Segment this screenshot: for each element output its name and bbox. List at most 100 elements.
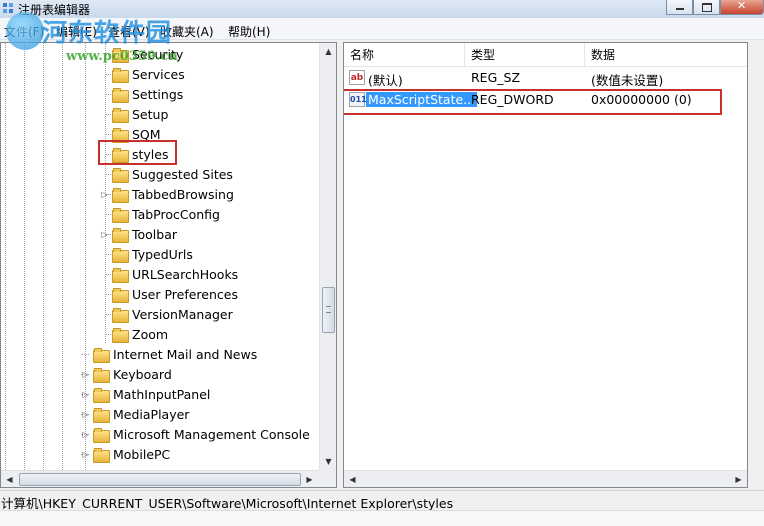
folder-icon <box>112 207 129 223</box>
folder-icon <box>93 347 110 363</box>
scroll-thumb[interactable] <box>19 473 301 486</box>
tree-item-zoom[interactable]: Zoom <box>100 324 168 344</box>
tree-item-typedurls[interactable]: TypedUrls <box>100 244 193 264</box>
styles-highlight-box <box>98 140 177 165</box>
tree-item-label: Settings <box>132 86 184 102</box>
tree-item-mobilepc[interactable]: ▷ MobilePC <box>81 444 170 464</box>
expand-arrow-icon[interactable]: ▷ <box>81 410 90 419</box>
tree-item-label: Toolbar <box>132 226 178 242</box>
tree-item-suggested-sites[interactable]: Suggested Sites <box>100 164 233 184</box>
expand-arrow-icon[interactable]: ▷ <box>81 450 90 459</box>
minimize-button[interactable] <box>666 0 693 15</box>
tree-item-label: Keyboard <box>113 366 172 382</box>
menu-file[interactable]: 文件(F) <box>4 23 44 40</box>
tree-vertical-scrollbar[interactable]: ▲ ▼ <box>319 43 336 470</box>
tree-guide-line <box>24 43 25 470</box>
tree-item-services[interactable]: Services <box>100 64 185 84</box>
tree-item-security[interactable]: Security <box>100 44 183 64</box>
menu-edit[interactable]: 编辑(E) <box>56 23 97 40</box>
tree-item-label: Zoom <box>132 326 169 342</box>
scroll-down-arrow-icon[interactable]: ▼ <box>320 453 336 470</box>
folder-icon <box>112 267 129 283</box>
tree-item-label: Setup <box>132 106 169 122</box>
column-header-name[interactable]: 名称 <box>344 43 465 67</box>
tree-item-toolbar[interactable]: ▷ Toolbar <box>100 224 177 244</box>
tree-item-settings[interactable]: Settings <box>100 84 183 104</box>
value-name: (默认) <box>368 73 403 88</box>
tree-item-label: URLSearchHooks <box>132 266 239 282</box>
string-value-icon: ab <box>349 70 365 85</box>
scroll-up-arrow-icon[interactable]: ▲ <box>320 43 336 60</box>
tree-item-label: MediaPlayer <box>113 406 190 422</box>
folder-icon <box>112 87 129 103</box>
window-title: 注册表编辑器 <box>18 3 91 17</box>
tree-item-label: TabProcConfig <box>132 206 220 222</box>
value-type: REG_SZ <box>471 70 521 85</box>
menu-help[interactable]: 帮助(H) <box>228 23 270 40</box>
expand-arrow-icon[interactable]: ▷ <box>81 370 90 379</box>
tree-guide-line <box>43 43 44 470</box>
folder-icon <box>112 287 129 303</box>
tree-item-tabprocconfig[interactable]: TabProcConfig <box>100 204 220 224</box>
status-bar: 计算机\HKEY_CURRENT_USER\Software\Microsoft… <box>0 490 764 511</box>
maximize-button[interactable] <box>693 0 720 15</box>
expand-arrow-icon[interactable]: ▷ <box>81 430 90 439</box>
expand-arrow-icon[interactable]: ▷ <box>81 390 90 399</box>
folder-icon <box>112 67 129 83</box>
tree-item-label: TypedUrls <box>132 246 193 262</box>
menu-favorites[interactable]: 收藏夹(A) <box>160 23 214 40</box>
registry-tree[interactable]: Security Services Settings Setup SQM styles Su… <box>0 42 337 488</box>
tree-item-mediaplayer[interactable]: ▷ MediaPlayer <box>81 404 189 424</box>
menu-view[interactable]: 查看(V) <box>108 23 150 40</box>
tree-item-versionmanager[interactable]: VersionManager <box>100 304 233 324</box>
scroll-right-arrow-icon[interactable]: ▶ <box>730 471 747 487</box>
scroll-thumb[interactable] <box>322 287 335 333</box>
folder-icon <box>112 307 129 323</box>
tree-item-internet-mail-and-news[interactable]: Internet Mail and News <box>81 344 257 364</box>
list-horizontal-scrollbar[interactable]: ◀ ▶ <box>344 470 747 487</box>
tree-item-mathinputpanel[interactable]: ▷ MathInputPanel <box>81 384 210 404</box>
scroll-left-arrow-icon[interactable]: ◀ <box>1 471 18 487</box>
tree-item-tabbedbrowsing[interactable]: ▷ TabbedBrowsing <box>100 184 234 204</box>
tree-item-label: MathInputPanel <box>113 386 211 402</box>
grip-icon <box>326 306 331 313</box>
tree-item-user-preferences[interactable]: User Preferences <box>100 284 238 304</box>
tree-item-keyboard[interactable]: ▷ Keyboard <box>81 364 172 384</box>
scroll-right-arrow-icon[interactable]: ▶ <box>301 471 318 487</box>
tree-guide-line <box>5 43 6 470</box>
column-header-type[interactable]: 类型 <box>465 43 585 67</box>
scroll-left-arrow-icon[interactable]: ◀ <box>344 471 361 487</box>
maxscriptstate-highlight-box <box>344 89 722 115</box>
tree-item-setup[interactable]: Setup <box>100 104 168 124</box>
tree-item-label: TabbedBrowsing <box>132 186 234 202</box>
folder-icon <box>112 187 129 203</box>
folder-icon <box>112 247 129 263</box>
tree-item-label: VersionManager <box>132 306 233 322</box>
tree-horizontal-scrollbar[interactable]: ◀ ▶ <box>1 470 319 487</box>
tree-item-label: Security <box>132 46 184 62</box>
value-row[interactable]: ab (默认) REG_SZ (数值未设置) <box>344 68 747 88</box>
folder-icon <box>112 47 129 63</box>
values-list[interactable]: 名称 类型 数据 ab (默认) REG_SZ (数值未设置) 011 MaxS… <box>343 42 748 488</box>
close-button[interactable] <box>720 0 764 15</box>
expand-arrow-icon[interactable]: ▷ <box>100 190 109 199</box>
tree-item-label: Suggested Sites <box>132 166 233 182</box>
folder-icon <box>93 447 110 463</box>
expand-arrow-icon[interactable]: ▷ <box>100 230 109 239</box>
menu-bar: 文件(F) 编辑(E) 查看(V) 收藏夹(A) 帮助(H) <box>0 18 764 40</box>
tree-item-urlsearchhooks[interactable]: URLSearchHooks <box>100 264 238 284</box>
tree-item-microsoft-management-console[interactable]: ▷ Microsoft Management Console <box>81 424 310 444</box>
column-header-data[interactable]: 数据 <box>585 43 747 67</box>
tree-item-label: Internet Mail and News <box>113 346 258 362</box>
tree-item-label: Microsoft Management Console <box>113 426 310 442</box>
window-bottom-edge <box>0 510 764 526</box>
